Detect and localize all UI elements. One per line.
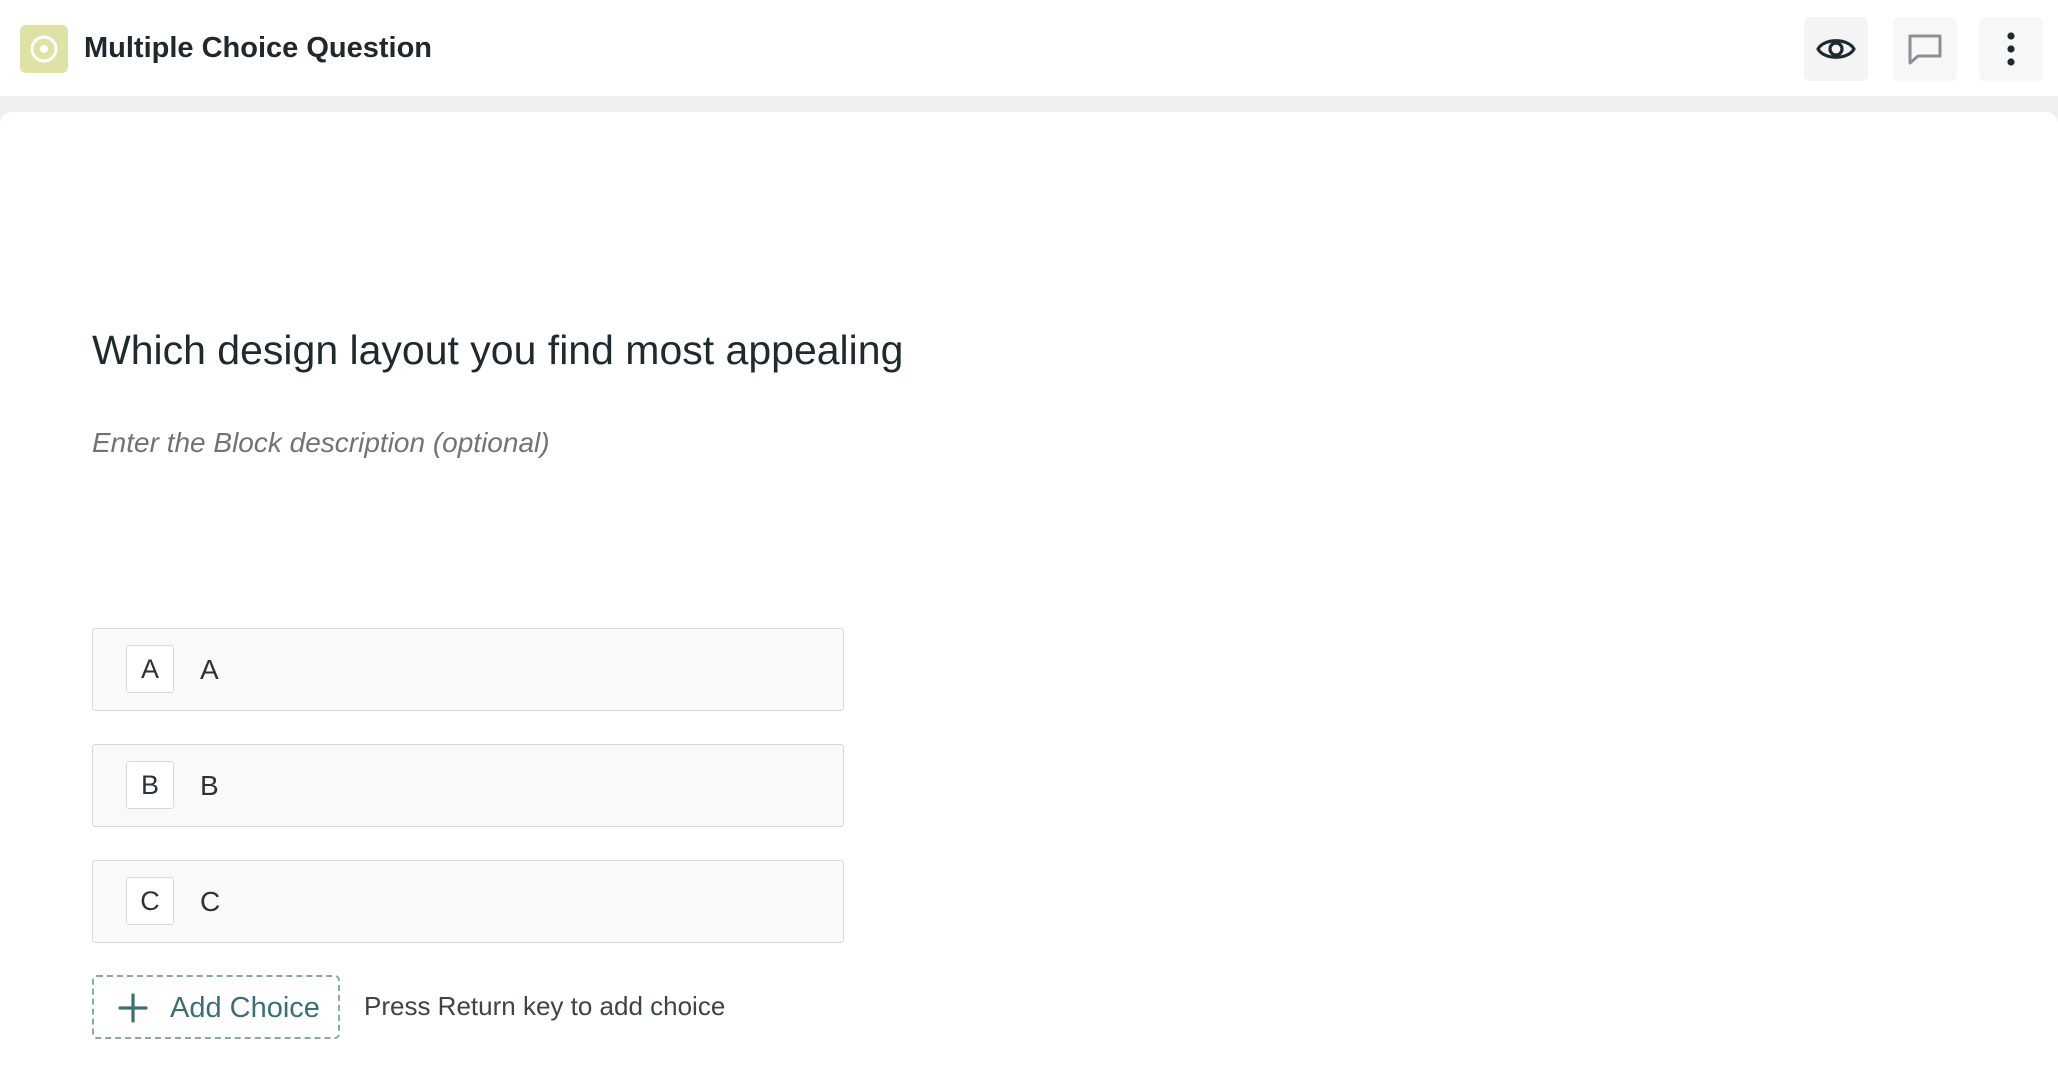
plus-icon	[118, 993, 148, 1023]
kebab-menu-icon	[2007, 32, 2015, 66]
add-choice-hint: Press Return key to add choice	[364, 991, 726, 1021]
choice-label[interactable]: C	[200, 884, 220, 920]
choice-key: B	[126, 761, 174, 809]
choice-key: A	[126, 645, 174, 693]
target-circle-icon	[20, 25, 68, 73]
choice-label[interactable]: B	[200, 768, 219, 804]
add-choice-button[interactable]: Add Choice	[92, 975, 340, 1039]
eye-icon	[1816, 39, 1856, 59]
choice-key: C	[126, 877, 174, 925]
preview-button[interactable]	[1804, 17, 1868, 81]
speech-bubble-icon	[1908, 34, 1942, 65]
question-title[interactable]: Which design layout you find most appeal…	[92, 324, 903, 376]
block-title: Multiple Choice Question	[84, 32, 433, 64]
add-choice-label: Add Choice	[170, 992, 320, 1024]
choice-option-a[interactable]: A A	[92, 628, 844, 711]
block-canvas	[0, 112, 2058, 1092]
description-field[interactable]: Enter the Block description (optional)	[92, 425, 550, 461]
more-options-button[interactable]	[1979, 17, 2043, 81]
comments-button[interactable]	[1893, 17, 1957, 81]
block-header: Multiple Choice Question	[0, 0, 2058, 96]
choice-option-c[interactable]: C C	[92, 860, 844, 943]
choice-option-b[interactable]: B B	[92, 744, 844, 827]
choice-label[interactable]: A	[200, 652, 219, 688]
